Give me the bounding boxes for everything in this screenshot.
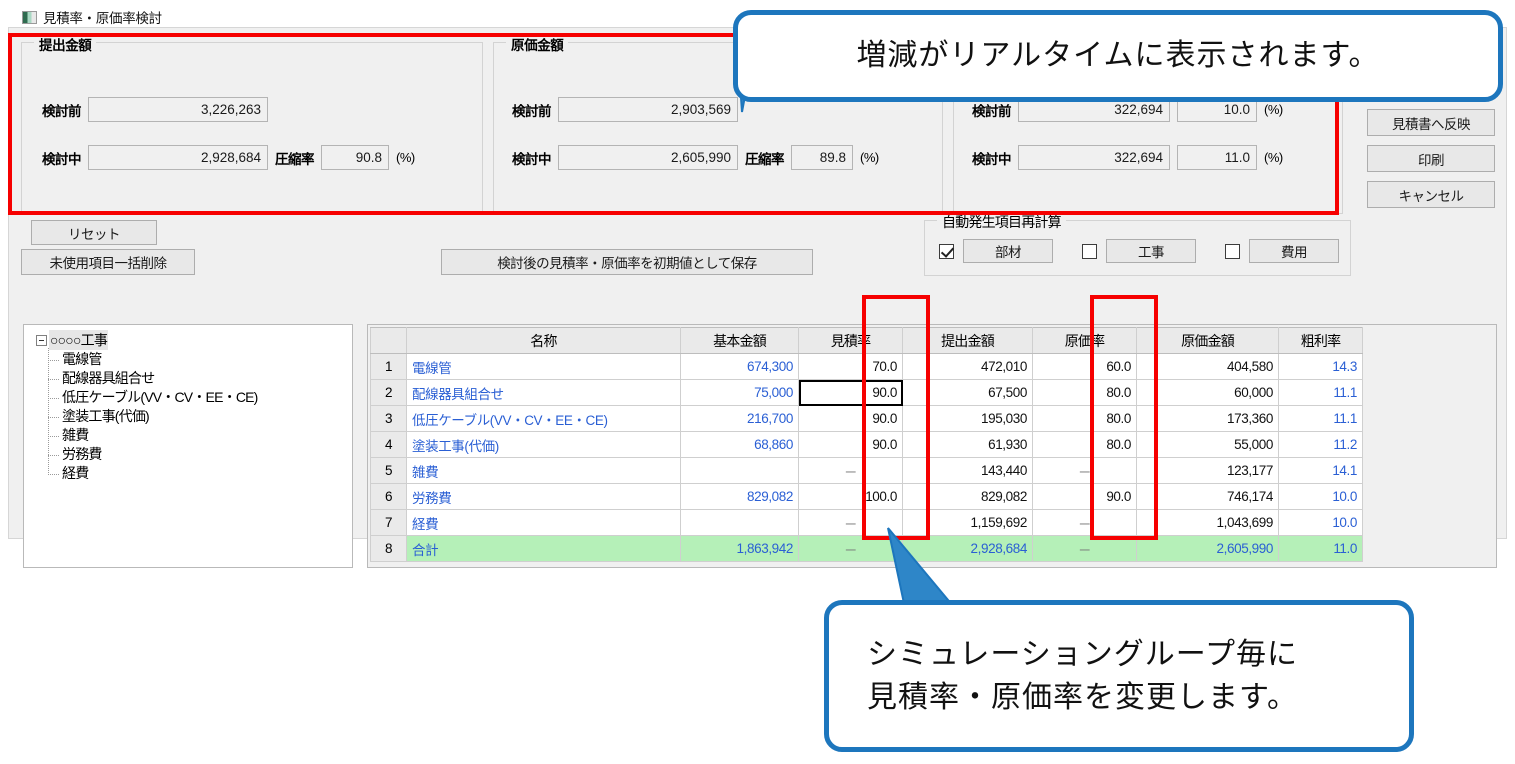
callout-top: 増減がリアルタイムに表示されます。 [733, 10, 1503, 102]
callout-bottom-line2: 見積率・原価率を変更します。 [867, 681, 1298, 714]
callout-top-text: 増減がリアルタイムに表示されます。 [856, 39, 1380, 73]
callout-bottom: シミュレーショングループ毎に 見積率・原価率を変更します。 [824, 600, 1414, 752]
callout-bottom-line1: シミュレーショングループ毎に [867, 637, 1298, 671]
